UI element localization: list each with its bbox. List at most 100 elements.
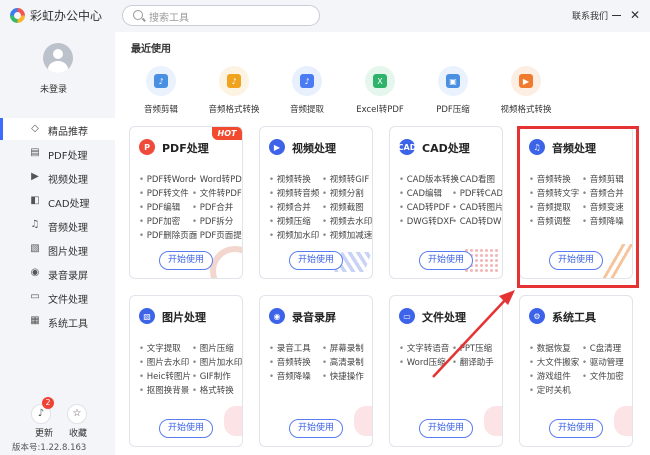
feature-link[interactable]: 视频转GIF — [322, 173, 369, 185]
feature-link[interactable]: DWG转DXF — [399, 215, 454, 227]
feature-link[interactable]: C盘清理 — [582, 342, 621, 354]
feature-link[interactable]: CAD看图 — [452, 173, 495, 185]
feature-link[interactable]: 视频截图 — [322, 201, 364, 213]
feature-link[interactable]: Word压缩 — [399, 356, 446, 368]
feature-link[interactable]: 文字转语音 — [399, 342, 450, 354]
feature-link[interactable]: PDF删除页面 — [139, 229, 198, 241]
feature-link[interactable]: 音频转换 — [269, 356, 311, 368]
feature-link[interactable]: 视频转换 — [269, 173, 311, 185]
sidebar-item-label: CAD处理 — [48, 199, 90, 210]
feature-link[interactable]: PPT压缩 — [452, 342, 492, 354]
feature-link[interactable]: 游戏组件 — [529, 370, 571, 382]
feature-link[interactable]: 驱动管理 — [582, 356, 624, 368]
feature-link[interactable]: 视频压缩 — [269, 215, 311, 227]
feature-link[interactable]: 抠图换背景 — [139, 384, 190, 396]
feature-link[interactable]: CAD转图片 — [452, 201, 502, 213]
feature-link[interactable]: CAD编辑 — [399, 187, 442, 199]
tool-card[interactable]: CAD CAD处理 CAD版本转换 CAD编辑 CAD转PDF DWG转DXF CAD看图 P… — [389, 126, 503, 279]
contact-us-link[interactable]: 联系我们 — [572, 9, 608, 22]
card-title: 系统工具 — [552, 311, 596, 324]
feature-link[interactable]: 图片加水印 — [192, 356, 242, 368]
tool-card[interactable]: ▶ 视频处理视频转换视频转音频视频合并视频压缩视频加水印 视频转GIF 视频分割视频截… — [259, 126, 373, 279]
feature-link[interactable]: 录音工具 — [269, 342, 311, 354]
minimize-icon[interactable] — [612, 15, 621, 16]
card-title: 视频处理 — [292, 142, 336, 155]
start-button[interactable]: 开始使用 — [419, 419, 473, 438]
card-icon: P — [139, 139, 155, 155]
star-icon[interactable]: ☆ — [67, 404, 87, 424]
feature-link[interactable]: 格式转换 — [192, 384, 234, 396]
feature-link[interactable]: Heic转图片 — [139, 370, 191, 382]
feature-link[interactable]: PDF合并 — [192, 201, 234, 213]
feature-link[interactable]: 视频分割 — [322, 187, 364, 199]
sidebar-item-8[interactable]: ▦ 系统工具 — [0, 310, 115, 332]
feature-link[interactable]: 视频去水印 — [322, 215, 372, 227]
feature-link[interactable]: PDF编辑 — [139, 201, 181, 213]
feature-link[interactable]: 视频加减速 — [322, 229, 372, 241]
feature-link[interactable]: PDF转文件 — [139, 187, 189, 199]
feature-link[interactable]: 音频降噪 — [269, 370, 311, 382]
feature-link[interactable]: CAD转DWF — [452, 215, 502, 227]
tool-card[interactable]: P PDF处理HOT PDF转Word PDF转文件 PDF编辑 PDF加密 PDF删除页面… — [129, 126, 243, 279]
feature-link[interactable]: Word转PDF — [192, 173, 242, 185]
sidebar-item-4[interactable]: ♫ 音频处理 — [0, 214, 115, 236]
sidebar-item-5[interactable]: ▧ 图片处理 — [0, 238, 115, 260]
feature-link[interactable]: 视频加水印 — [269, 229, 320, 241]
feature-link[interactable]: 定时关机 — [529, 384, 571, 396]
feature-link[interactable]: PDF拆分 — [192, 215, 234, 227]
search-input[interactable]: 搜索工具 — [149, 9, 189, 24]
nav-icon: ▧ — [30, 243, 40, 254]
recent-tool-label: 视频格式转换 — [500, 105, 552, 115]
avatar[interactable] — [43, 43, 73, 73]
feature-link[interactable]: PDF页面提取 — [192, 229, 242, 241]
card-icon: ◉ — [269, 308, 285, 324]
feature-link[interactable]: 文件加密 — [582, 370, 624, 382]
feature-link[interactable]: 翻译助手 — [452, 356, 494, 368]
search-box[interactable]: 搜索工具 — [122, 5, 320, 26]
feature-link[interactable]: GIF制作 — [192, 370, 231, 382]
sidebar-item-label: 录音录屏 — [48, 271, 88, 282]
recent-tool[interactable]: ▶ 视频格式转换 — [490, 66, 562, 116]
tool-card[interactable]: ◉ 录音录屏录音工具音频转换音频降噪 屏幕录制高清录制快捷操作开始使用 — [259, 295, 373, 447]
start-button[interactable]: 开始使用 — [289, 251, 343, 270]
feature-link[interactable]: PDF转CAD — [452, 187, 502, 199]
feature-link[interactable]: 视频转音频 — [269, 187, 320, 199]
recent-tool-icon: ▶ — [511, 66, 541, 96]
feature-link[interactable]: 快捷操作 — [322, 370, 364, 382]
feature-link[interactable]: 文字提取 — [139, 342, 181, 354]
user-name[interactable]: 未登录 — [40, 82, 67, 95]
feature-link[interactable]: 大文件搬家 — [529, 356, 580, 368]
close-icon[interactable]: ✕ — [630, 9, 640, 21]
sidebar-item-3[interactable]: ◧ CAD处理 — [0, 190, 115, 212]
nav-icon: ▦ — [30, 315, 40, 326]
sidebar-item-0[interactable]: ◇ 精品推荐 — [0, 118, 115, 140]
start-button[interactable]: 开始使用 — [549, 419, 603, 438]
tool-card[interactable]: ⚙ 系统工具数据恢复大文件搬家游戏组件定时关机 C盘清理驱动管理文件加密开始使用 — [519, 295, 633, 447]
start-button[interactable]: 开始使用 — [289, 419, 343, 438]
feature-link[interactable]: 高清录制 — [322, 356, 364, 368]
start-button[interactable]: 开始使用 — [419, 251, 473, 270]
feature-link[interactable]: 数据恢复 — [529, 342, 571, 354]
sidebar-item-7[interactable]: ▭ 文件处理 — [0, 286, 115, 308]
tool-card[interactable]: ▭ 文件处理文字转语音 Word压缩 PPT压缩翻译助手开始使用 — [389, 295, 503, 447]
card-title: CAD处理 — [422, 142, 470, 155]
feature-link[interactable]: 视频合并 — [269, 201, 311, 213]
feature-link[interactable]: PDF转Word — [139, 173, 194, 185]
nav-icon: ▤ — [30, 147, 40, 158]
update-label[interactable]: 更新 — [35, 426, 53, 439]
sidebar-item-6[interactable]: ◉ 录音录屏 — [0, 262, 115, 284]
favorites-label[interactable]: 收藏 — [69, 426, 87, 439]
feature-link[interactable]: 图片去水印 — [139, 356, 190, 368]
tool-card[interactable]: ▧ 图片处理文字提取图片去水印 Heic转图片抠图换背景 图片压缩图片加水印 GIF制作… — [129, 295, 243, 447]
feature-link[interactable]: PDF加密 — [139, 215, 181, 227]
feature-link[interactable]: 图片压缩 — [192, 342, 234, 354]
feature-link[interactable]: CAD版本转换 — [399, 173, 459, 185]
feature-link[interactable]: 文件转PDF — [192, 187, 242, 199]
sidebar: 未登录 ◇ 精品推荐 ▤ PDF处理 ▶ 视频处理 ◧ CAD处理 ♫ 音频处理 ▧ 图片处理 ◉ 录音录… — [0, 32, 115, 455]
sidebar-item-1[interactable]: ▤ PDF处理 — [0, 142, 115, 164]
feature-link[interactable]: 屏幕录制 — [322, 342, 364, 354]
sidebar-item-2[interactable]: ▶ 视频处理 — [0, 166, 115, 188]
feature-link[interactable]: CAD转PDF — [399, 201, 450, 213]
start-button[interactable]: 开始使用 — [159, 419, 213, 438]
start-button[interactable]: 开始使用 — [159, 251, 213, 270]
